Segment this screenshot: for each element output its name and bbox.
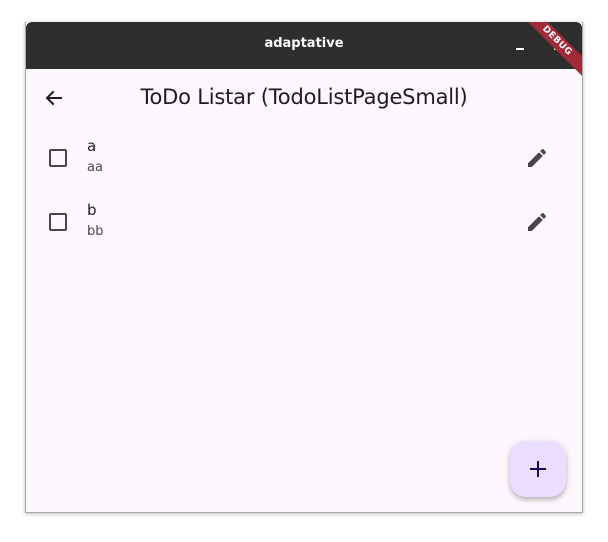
todo-subtitle: aa [87,160,103,175]
todo-title: b [87,201,97,219]
list-item[interactable]: b bb [26,191,582,255]
window-title: adaptative [264,36,344,51]
add-todo-button[interactable] [510,441,566,497]
todo-subtitle: bb [87,224,104,239]
page-title: ToDo Listar (TodoListPageSmall) [140,85,468,109]
pencil-icon [528,148,547,167]
app-content: ToDo Listar (TodoListPageSmall) a aa b b… [26,69,582,512]
plus-icon [530,461,546,477]
todo-title: a [87,137,97,155]
app-window: adaptative ToDo Listar (TodoListPageSmal… [25,22,583,513]
app-bar: ToDo Listar (TodoListPageSmall) [26,69,582,127]
pencil-icon [528,212,547,231]
edit-button[interactable] [525,146,549,170]
minimize-button[interactable] [509,34,531,56]
edit-button[interactable] [525,210,549,234]
todo-checkbox[interactable] [49,213,67,231]
list-item[interactable]: a aa [26,127,582,191]
minimize-icon [516,48,524,50]
window-titlebar[interactable]: adaptative [26,22,582,69]
todo-checkbox[interactable] [49,149,67,167]
todo-list: a aa b bb [26,127,582,255]
